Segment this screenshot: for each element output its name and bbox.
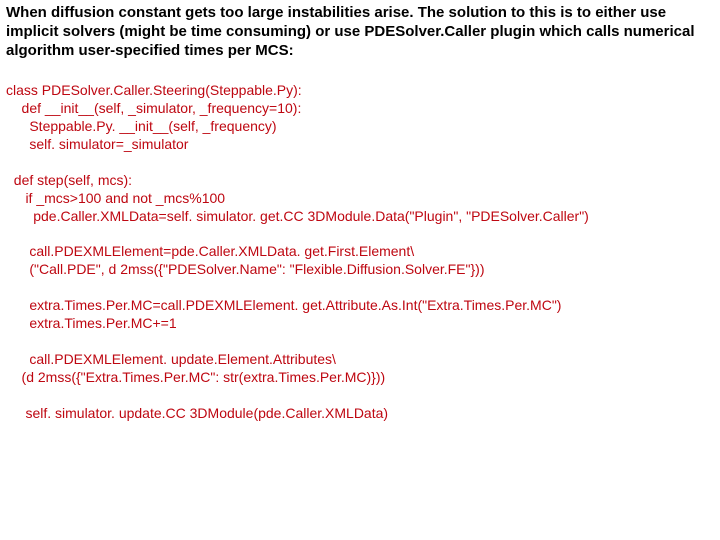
intro-paragraph: When diffusion constant gets too large i… — [0, 0, 720, 60]
code-block: class PDESolver.Caller.Steering(Steppabl… — [0, 60, 720, 422]
